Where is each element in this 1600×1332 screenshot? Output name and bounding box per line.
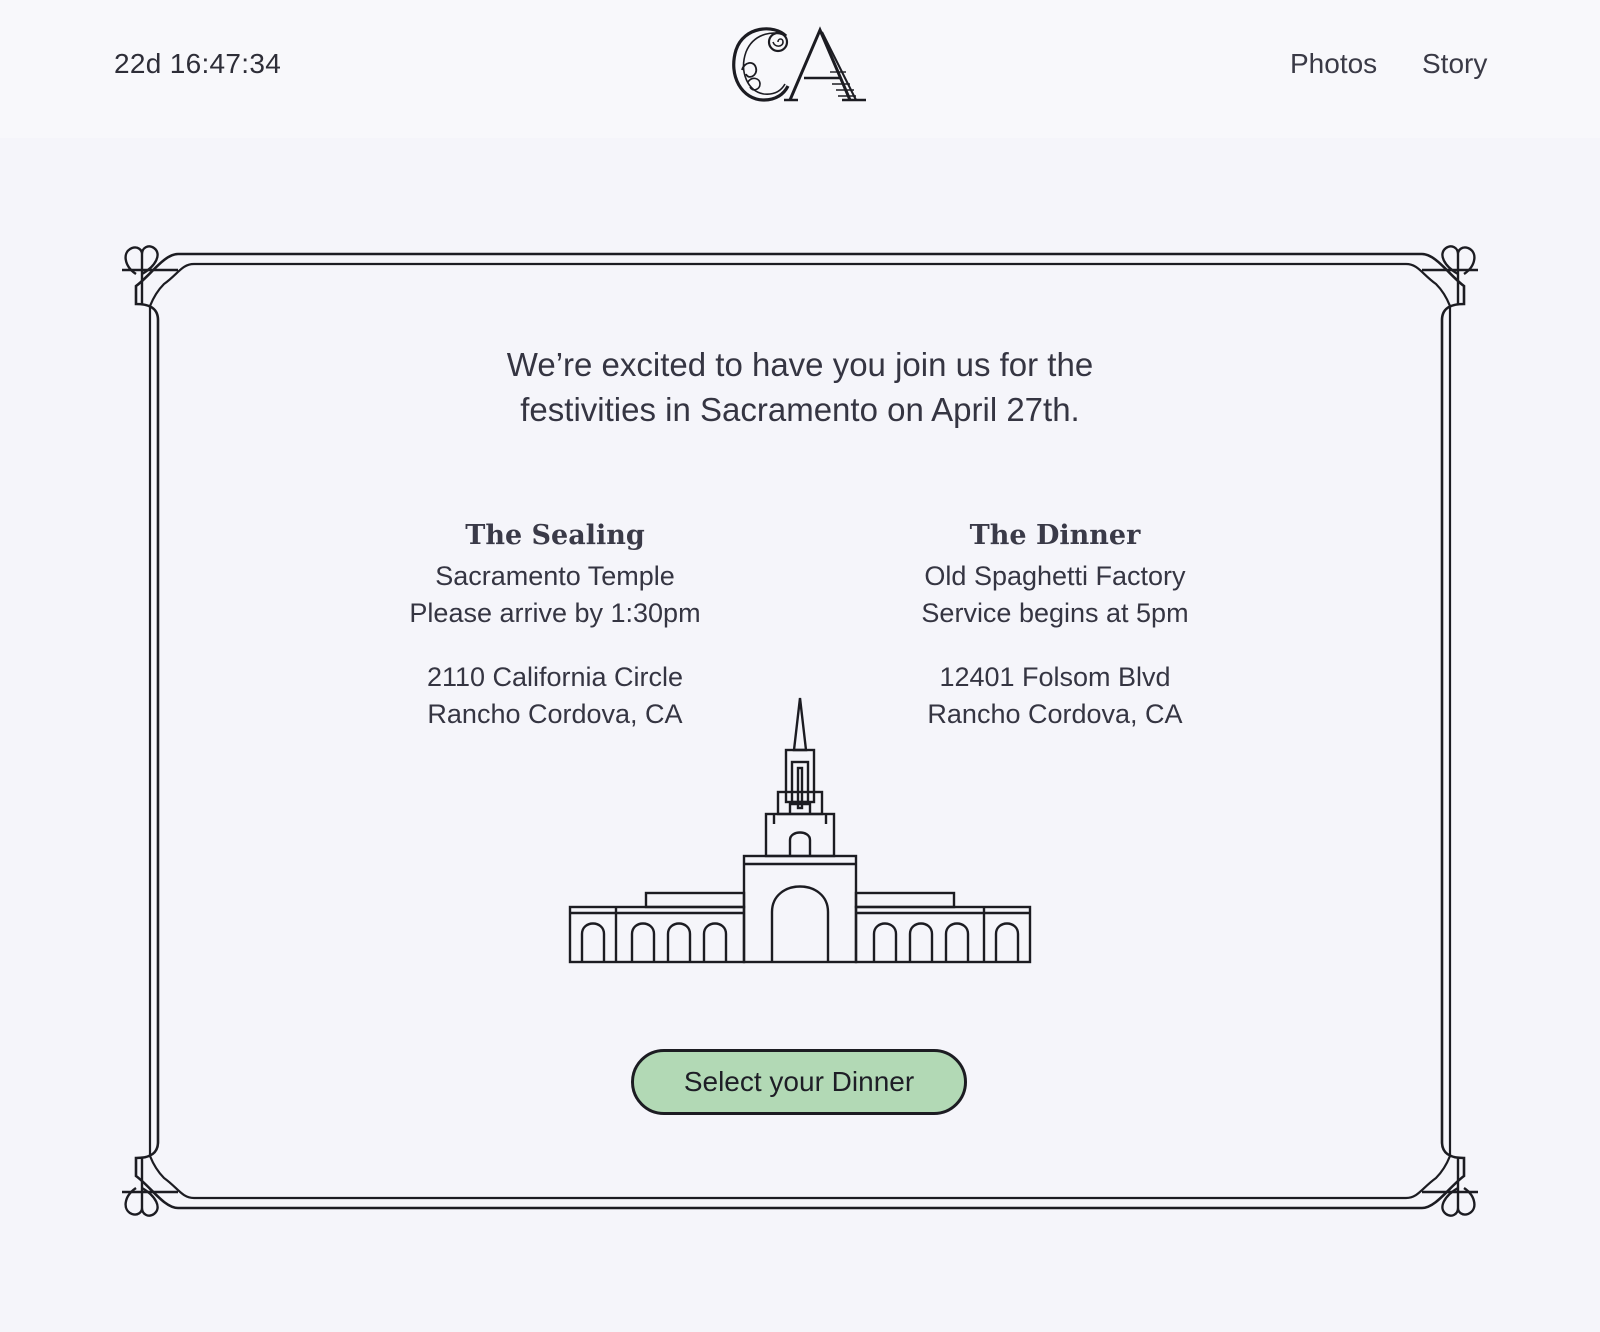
nav-link-photos[interactable]: Photos [1290, 48, 1377, 80]
nav-link-story[interactable]: Story [1422, 48, 1487, 80]
intro-line-1: We’re excited to have you join us for th… [506, 346, 1094, 383]
event-title: The Dinner [969, 520, 1141, 551]
temple-illustration [568, 697, 1032, 964]
intro-message: We’re excited to have you join us for th… [400, 342, 1200, 432]
select-dinner-button[interactable]: Select your Dinner [631, 1049, 967, 1115]
intro-line-2: festivities in Sacramento on April 27th. [520, 391, 1080, 428]
countdown-timer: 22d 16:47:34 [114, 48, 282, 79]
event-address-line-1: 2110 California Circle [426, 662, 684, 692]
event-venue: Sacramento Temple [435, 561, 675, 591]
monogram-logo[interactable] [728, 20, 874, 110]
event-title: The Sealing [465, 520, 645, 551]
event-venue: Old Spaghetti Factory [924, 561, 1186, 591]
top-header: 22d 16:47:34 Photos Story [0, 0, 1600, 138]
event-address-line-1: 12401 Folsom Blvd [939, 662, 1171, 692]
event-timing: Please arrive by 1:30pm [409, 598, 701, 628]
monogram-logo-icon [732, 26, 866, 102]
event-timing: Service begins at 5pm [921, 598, 1189, 628]
